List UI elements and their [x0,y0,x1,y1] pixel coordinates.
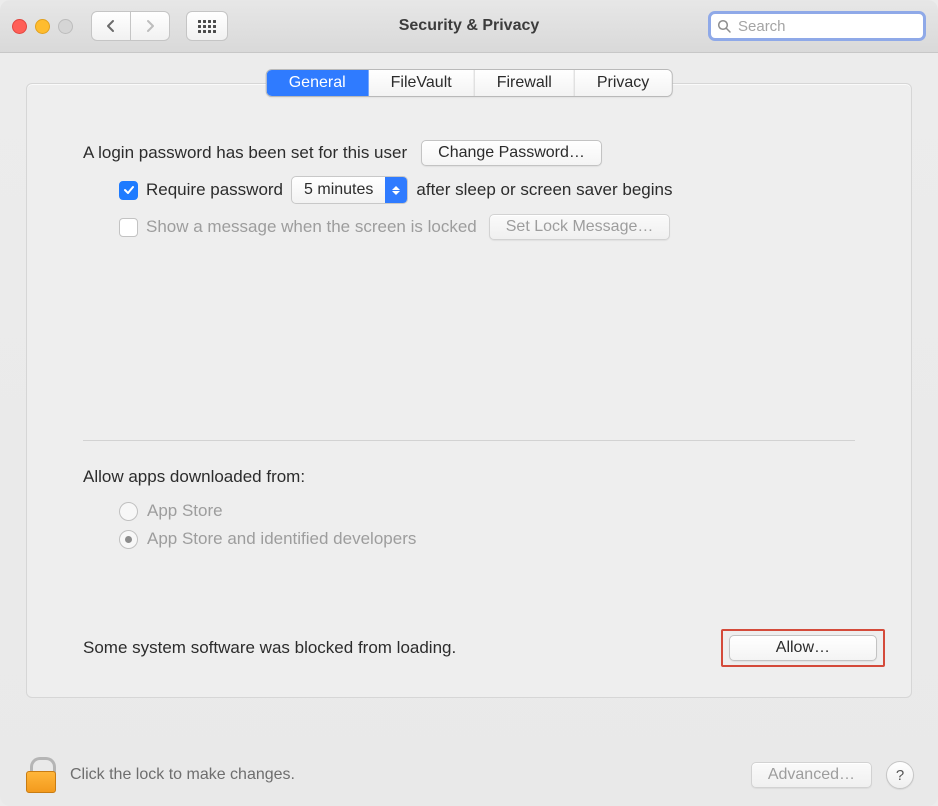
search-icon [717,19,732,34]
close-window-button[interactable] [12,19,27,34]
require-password-label: Require password [146,180,283,200]
minimize-window-button[interactable] [35,19,50,34]
radio-identified-developers [119,530,138,549]
show-all-button[interactable] [186,11,228,41]
titlebar: Security & Privacy [0,0,938,53]
tab-filevault[interactable]: FileVault [369,70,475,96]
radio-app-store [119,502,138,521]
tab-firewall[interactable]: Firewall [475,70,575,96]
back-button[interactable] [91,11,131,41]
search-input[interactable] [736,17,917,36]
show-lock-message-label: Show a message when the screen is locked [146,217,477,237]
allow-button-highlight: Allow… [721,629,885,667]
chevron-left-icon [106,19,116,33]
tab-privacy[interactable]: Privacy [575,70,671,96]
preferences-panel: General FileVault Firewall Privacy A log… [26,83,912,698]
login-password-text: A login password has been set for this u… [83,143,407,163]
help-button[interactable]: ? [886,761,914,789]
lock-hint-text: Click the lock to make changes. [70,766,295,784]
advanced-button: Advanced… [751,762,872,788]
set-lock-message-button: Set Lock Message… [489,214,671,240]
radio-app-store-label: App Store [147,501,223,521]
security-privacy-window: Security & Privacy General FileVault Fir… [0,0,938,806]
stepper-arrows-icon [385,177,407,203]
allow-apps-title: Allow apps downloaded from: [83,467,855,487]
require-password-delay-select[interactable]: 5 minutes [291,176,408,204]
general-tab-content: A login password has been set for this u… [27,84,911,549]
show-lock-message-checkbox [119,218,138,237]
forward-button [131,11,170,41]
blocked-software-text: Some system software was blocked from lo… [83,638,456,658]
tab-bar: General FileVault Firewall Privacy [266,69,673,97]
window-controls [12,19,73,34]
grid-icon [198,20,216,33]
nav-buttons [91,11,170,41]
chevron-right-icon [145,19,155,33]
checkmark-icon [123,184,135,196]
tab-general[interactable]: General [267,70,369,96]
lock-icon[interactable] [24,757,56,793]
radio-identified-developers-label: App Store and identified developers [147,529,416,549]
footer: Click the lock to make changes. Advanced… [0,744,938,806]
require-password-delay-value: 5 minutes [292,181,385,199]
section-divider [83,440,855,441]
zoom-window-button [58,19,73,34]
search-field[interactable] [708,11,926,41]
change-password-button[interactable]: Change Password… [421,140,602,166]
require-password-checkbox[interactable] [119,181,138,200]
require-password-suffix: after sleep or screen saver begins [416,180,672,200]
allow-button[interactable]: Allow… [729,635,877,661]
